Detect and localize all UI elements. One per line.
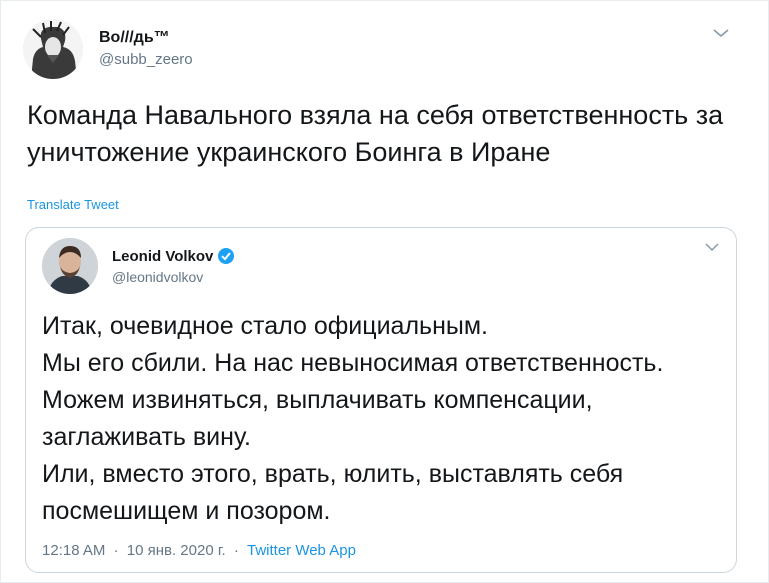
author-names: Bo///дь™ @subb_zeero (99, 28, 193, 70)
quoted-text: Итак, очевидное стало официальным. Мы ег… (42, 308, 732, 530)
quoted-name-row: Leonid Volkov (112, 247, 235, 265)
author-avatar[interactable] (23, 19, 83, 79)
quoted-text-line: Можем извиняться, выплачивать компенсаци… (42, 386, 593, 414)
quoted-names: Leonid Volkov @leonidvolkov (112, 247, 235, 285)
quoted-text-line: заглаживать вину. (42, 423, 251, 451)
author-handle[interactable]: @subb_zeero (99, 50, 193, 70)
quoted-date[interactable]: 10 янв. 2020 г. (127, 542, 226, 559)
quoted-display-name[interactable]: Leonid Volkov (112, 248, 213, 265)
tweet-text: Команда Навального взяла на себя ответст… (27, 100, 724, 167)
quoted-metadata: 12:18 AM · 10 янв. 2020 г. · Twitter Web… (42, 542, 356, 559)
meta-separator: · (113, 542, 119, 559)
chevron-down-icon[interactable] (712, 27, 730, 39)
quoted-time[interactable]: 12:18 AM (42, 542, 105, 559)
quoted-text-line: Итак, очевидное стало официальным. (42, 312, 488, 340)
tweet-card: Bo///дь™ @subb_zeero Команда Навального … (0, 0, 769, 583)
author-display-name[interactable]: Bo///дь™ (99, 28, 193, 48)
quoted-text-line: Мы его сбили. На нас невыносимая ответст… (42, 349, 664, 377)
quoted-tweet[interactable]: Leonid Volkov @leonidvolkov Итак, очевид… (25, 227, 737, 573)
verified-badge-icon (218, 248, 235, 264)
chevron-down-icon[interactable] (704, 242, 720, 252)
translate-tweet-link[interactable]: Translate Tweet (27, 197, 119, 212)
tweet-header: Bo///дь™ @subb_zeero (23, 19, 193, 79)
quoted-text-line: посмешищем и позором. (42, 497, 331, 525)
quoted-avatar[interactable] (42, 238, 98, 294)
quoted-source-link[interactable]: Twitter Web App (247, 542, 356, 559)
quoted-header: Leonid Volkov @leonidvolkov (42, 238, 235, 294)
meta-separator: · (233, 542, 239, 559)
quoted-text-line: Или, вместо этого, врать, юлить, выставл… (42, 460, 624, 488)
quoted-handle[interactable]: @leonidvolkov (112, 269, 235, 285)
